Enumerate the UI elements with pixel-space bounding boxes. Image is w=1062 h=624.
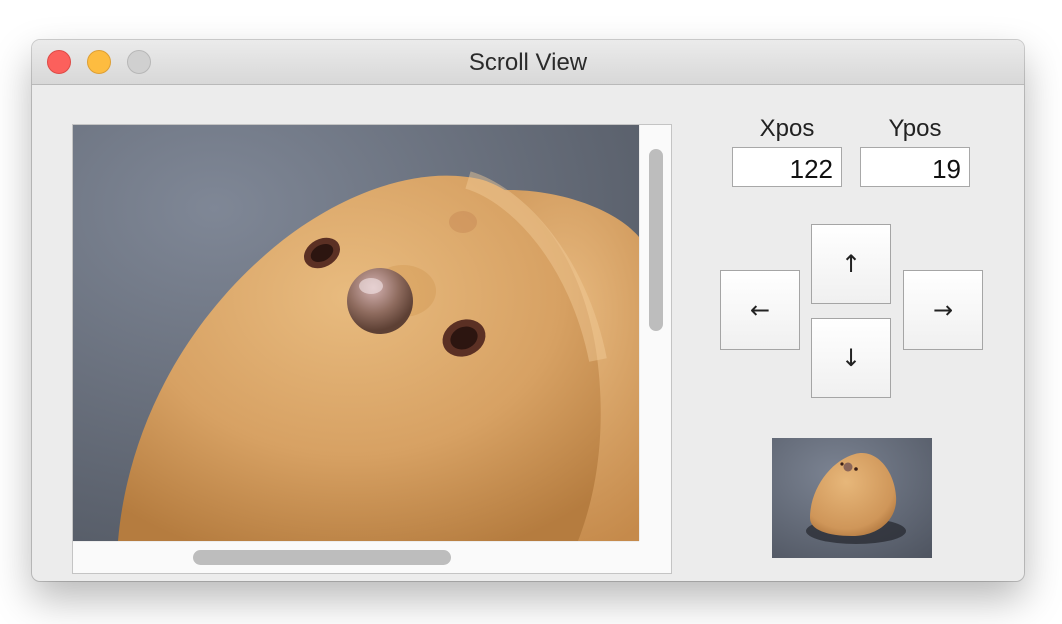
xpos-label: Xpos — [759, 115, 815, 142]
thumbnail-image — [772, 438, 932, 558]
scroll-up-button[interactable]: ↑ — [811, 224, 891, 304]
horizontal-scrollbar[interactable] — [73, 541, 639, 573]
scroll-view[interactable] — [72, 124, 672, 574]
scrollbar-corner — [639, 541, 671, 573]
scroll-right-button[interactable]: → — [903, 270, 983, 350]
preview-thumbnail — [772, 438, 932, 558]
ypos-field[interactable]: 19 — [860, 147, 970, 187]
xpos-field[interactable]: 122 — [732, 147, 842, 187]
right-arrow-icon: → — [932, 296, 954, 324]
ypos-label: Ypos — [888, 115, 942, 142]
zoomed-image-content — [73, 125, 639, 541]
app-window: Scroll View Xpos Ypos 122 19 ↑ ← → ↓ — [32, 40, 1024, 581]
vertical-scroll-thumb[interactable] — [649, 149, 663, 331]
scroll-left-button[interactable]: ← — [720, 270, 800, 350]
vertical-scrollbar[interactable] — [639, 125, 671, 541]
horizontal-scroll-thumb[interactable] — [193, 550, 451, 565]
title-bar[interactable]: Scroll View — [32, 40, 1024, 85]
left-arrow-icon: ← — [749, 296, 771, 324]
window-title: Scroll View — [468, 49, 588, 76]
scroll-down-button[interactable]: ↓ — [811, 318, 891, 398]
down-arrow-icon: ↓ — [840, 344, 862, 372]
up-arrow-icon: ↑ — [840, 250, 862, 278]
scrolled-image[interactable] — [73, 125, 639, 541]
